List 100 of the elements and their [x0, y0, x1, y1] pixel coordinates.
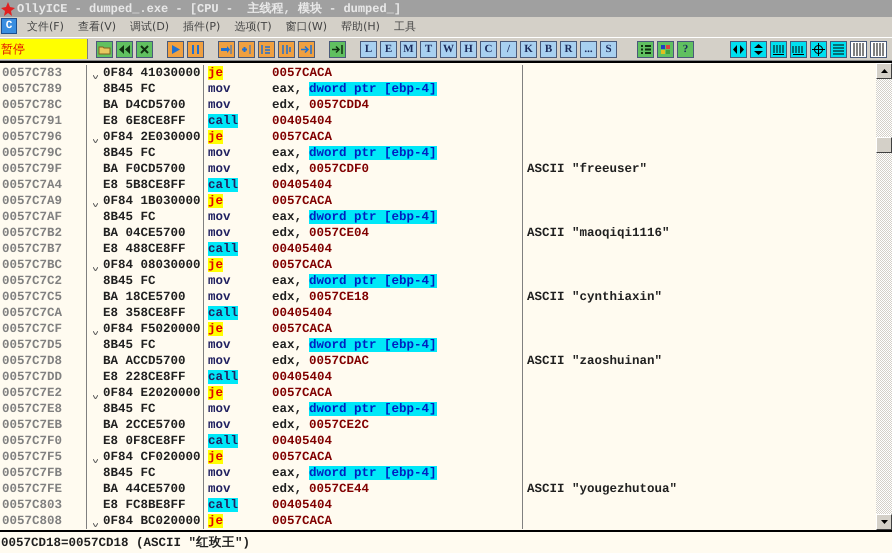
operand: edx, [272, 162, 302, 176]
scroll-thumb[interactable] [876, 137, 892, 153]
address-cell: 0057C808 [0, 513, 87, 529]
run-to-return-icon[interactable] [298, 40, 315, 58]
menu-item[interactable]: 调试(D) [130, 18, 170, 34]
rewind-icon[interactable] [116, 40, 133, 58]
operand: eax, [272, 146, 302, 160]
hex-bytes-cell-text: E8 5B8CE8FF [103, 178, 187, 192]
operand: edx, [272, 290, 302, 304]
step-into-icon[interactable] [218, 40, 235, 58]
menu-item[interactable]: 文件(F) [27, 18, 64, 34]
menu-item[interactable]: 插件(P) [183, 18, 220, 34]
columns-icon[interactable] [770, 40, 787, 58]
status-indicator: 暂停 [0, 39, 88, 59]
window-button[interactable]: M [400, 40, 417, 58]
goto-icon[interactable] [329, 40, 346, 58]
color-grid-icon[interactable] [657, 40, 674, 58]
address-cell: 0057C796 [0, 129, 87, 145]
hex-bytes-cell-text: BA 2CCE5700 [103, 418, 187, 432]
pause-icon[interactable] [187, 40, 204, 58]
window-button[interactable]: K [520, 40, 537, 58]
address-cell: 0057C789 [0, 81, 87, 97]
window-button[interactable]: H [460, 40, 477, 58]
address-cell: 0057C7EB [0, 417, 87, 433]
mnemonic: mov [208, 98, 231, 112]
window-button[interactable]: B [540, 40, 557, 58]
menu-item[interactable]: 查看(V) [78, 18, 116, 34]
address-cell: 0057C7E8 [0, 401, 87, 417]
window-button[interactable]: E [380, 40, 397, 58]
up-down-arrows-icon[interactable] [750, 40, 767, 58]
operand: 0057CACA [272, 66, 332, 80]
columns-icon[interactable] [790, 40, 807, 58]
comment-cell-text: ASCII "freeuser" [526, 162, 648, 176]
address-cell: 0057C791 [0, 113, 87, 129]
hex-bytes-cell-text: BA F0CD5700 [103, 162, 187, 176]
operand: 0057CE44 [309, 482, 370, 496]
open-folder-icon[interactable] [96, 40, 113, 58]
list-icon[interactable] [637, 40, 654, 58]
window-button[interactable]: T [420, 40, 437, 58]
address-cell: 0057C7FB [0, 465, 87, 481]
address-cell: 0057C803 [0, 497, 87, 513]
window-button[interactable]: W [440, 40, 457, 58]
mnemonic: je [208, 514, 224, 528]
play-icon[interactable] [167, 40, 184, 58]
left-right-arrows-icon[interactable] [730, 40, 747, 58]
mnemonic: mov [208, 290, 231, 304]
address-cell: 0057C79F [0, 161, 87, 177]
comment-cell-text: ASCII "maoqiqi1116" [526, 226, 670, 240]
vertical-scrollbar[interactable] [876, 63, 892, 530]
address-cell: 0057C7F0 [0, 433, 87, 449]
operand: eax, [272, 338, 302, 352]
hex-bytes-cell-text: E8 FC8BE8FF [103, 498, 187, 512]
operand: edx, [272, 482, 302, 496]
operand: 0057CACA [272, 386, 332, 400]
mnemonic: call [208, 306, 238, 320]
mnemonic: je [208, 66, 224, 80]
trace-into-icon[interactable] [258, 40, 275, 58]
address-cell: 0057C7A9 [0, 193, 87, 209]
operand: eax, [272, 466, 302, 480]
crosshair-icon[interactable] [810, 40, 827, 58]
operand: 0057CACA [272, 194, 332, 208]
operand: dword ptr [ebp-4] [309, 466, 437, 480]
menu-item[interactable]: 帮助(H) [341, 18, 380, 34]
window-button[interactable]: C [480, 40, 497, 58]
menu-item[interactable]: 窗口(W) [286, 18, 328, 34]
hex-bytes-cell-text: 8B45 FC [103, 146, 157, 160]
mnemonic: mov [208, 482, 231, 496]
help-button[interactable]: ? [677, 40, 694, 58]
mnemonic: je [208, 386, 224, 400]
operand: 00405404 [272, 370, 332, 384]
window-button[interactable]: ... [580, 40, 597, 58]
address-cell: 0057C7DD [0, 369, 87, 385]
scroll-up-button[interactable] [876, 63, 892, 79]
vertical-stripes-icon[interactable] [850, 40, 867, 58]
operand: 0057CE2C [309, 418, 370, 432]
operand: 0057CE18 [309, 290, 370, 304]
window-button[interactable]: S [600, 40, 617, 58]
operand: edx, [272, 98, 302, 112]
scroll-down-button[interactable] [876, 514, 892, 530]
close-icon[interactable] [136, 40, 153, 58]
lines-icon[interactable] [830, 40, 847, 58]
address-cell: 0057C78C [0, 97, 87, 113]
hex-bytes-cell-text: 8B45 FC [103, 338, 157, 352]
operand: 0057CACA [272, 450, 332, 464]
window-button[interactable]: L [360, 40, 377, 58]
address-cell: 0057C7C2 [0, 273, 87, 289]
mnemonic: mov [208, 354, 231, 368]
window-button[interactable]: R [560, 40, 577, 58]
trace-over-icon[interactable] [278, 40, 295, 58]
address-cell: 0057C7B2 [0, 225, 87, 241]
menu-item[interactable]: 选项(T) [234, 18, 272, 34]
operand: 00405404 [272, 306, 332, 320]
step-over-icon[interactable] [238, 40, 255, 58]
operand: dword ptr [ebp-4] [309, 82, 437, 96]
vertical-stripes-icon[interactable] [870, 40, 887, 58]
operand: dword ptr [ebp-4] [309, 146, 437, 160]
menu-item[interactable]: 工具 [394, 18, 416, 34]
mnemonic: call [208, 370, 238, 384]
window-button[interactable]: / [500, 40, 517, 58]
address-cell: 0057C7D8 [0, 353, 87, 369]
